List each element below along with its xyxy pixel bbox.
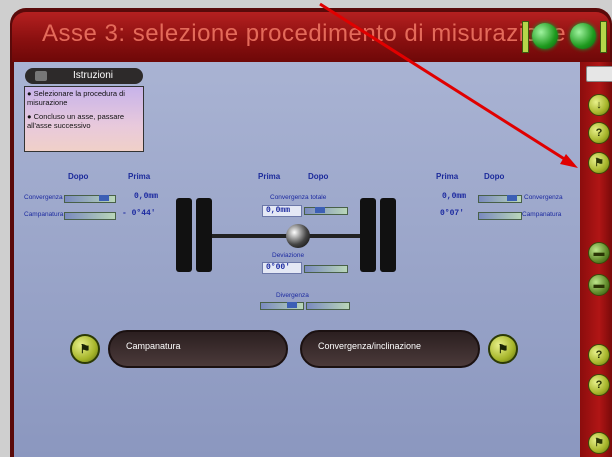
left-col-after: Dopo [68, 172, 89, 181]
right-toe-gauge [478, 195, 522, 203]
right-col-before: Prima [436, 172, 459, 181]
offset-label: Divergenza [276, 292, 309, 299]
total-toe-label: Convergenza totale [270, 194, 327, 201]
page-title: Asse 3: selezione procedimento di misura… [42, 20, 567, 47]
checkered-flag-icon[interactable]: ⚑ [588, 152, 610, 174]
left-toe-gauge [64, 195, 116, 203]
left-toe-label: Convergenza [24, 194, 63, 201]
right-camber-label: Campanatura [522, 211, 562, 218]
status-led-icon [532, 23, 558, 49]
start-camber-button[interactable]: ⚑ [70, 334, 100, 364]
thrust-value: 0°00' [266, 263, 291, 272]
total-toe-value: 0,0mm [266, 206, 291, 215]
offset-gauge-right [306, 302, 350, 310]
car-icon[interactable]: ▬ [588, 242, 610, 264]
instructions-label: Istruzioni [73, 70, 114, 81]
thrust-label: Deviazione [272, 252, 305, 259]
toe-camber-button[interactable]: Convergenza/inclinazione [300, 330, 480, 368]
start-toe-button[interactable]: ⚑ [488, 334, 518, 364]
left-camber-gauge [64, 212, 116, 220]
left-col-before: Prima [128, 172, 151, 181]
checkered-flag-icon[interactable]: ⚑ [588, 432, 610, 454]
question-icon[interactable]: ? [588, 344, 610, 366]
total-toe-gauge [304, 207, 348, 215]
left-toe-value: 0,0mm [134, 192, 159, 201]
status-bar-indicator [522, 21, 529, 53]
right-camber-value: 0°07' [440, 209, 465, 218]
right-toe-label: Convergenza [524, 194, 563, 201]
arrow-down-icon[interactable]: ↓ [588, 94, 610, 116]
left-camber-label: Campanatura [24, 211, 64, 218]
question-icon[interactable]: ? [588, 122, 610, 144]
right-wheel-inner [360, 198, 376, 272]
center-col-before: Prima [258, 172, 281, 181]
right-toe-value: 0,0mm [442, 192, 467, 201]
left-wheel-outer [176, 198, 192, 272]
offset-gauge-left [260, 302, 304, 310]
instruction-line: ● Concluso un asse, passare all'asse suc… [27, 112, 125, 130]
thrust-gauge [304, 265, 348, 273]
checkered-flag-icon: ⚑ [497, 342, 509, 356]
status-led-icon [570, 23, 596, 49]
center-col-after: Dopo [308, 172, 329, 181]
left-camber-value: - 0°44' [122, 209, 156, 218]
differential-hub [286, 224, 310, 248]
instruction-line: ● Selezionare la procedura di misurazion… [27, 89, 125, 107]
camber-button[interactable]: Campanatura [108, 330, 288, 368]
right-col-after: Dopo [484, 172, 505, 181]
instructions-header[interactable]: Istruzioni [25, 68, 143, 84]
car-icon[interactable]: ▬ [588, 274, 610, 296]
right-camber-gauge [478, 212, 522, 220]
question-icon[interactable]: ? [588, 374, 610, 396]
checkered-flag-icon: ⚑ [79, 342, 91, 356]
monitor-icon [35, 71, 47, 81]
vehicle-thumbnail-icon[interactable] [586, 66, 612, 82]
right-sidebar: ↓ ? ⚑ ▬ ▬ ? ? ⚑ [580, 62, 612, 457]
status-bar-indicator [600, 21, 607, 53]
instructions-box: ● Selezionare la procedura di misurazion… [24, 86, 144, 152]
left-wheel-inner [196, 198, 212, 272]
right-wheel-outer [380, 198, 396, 272]
